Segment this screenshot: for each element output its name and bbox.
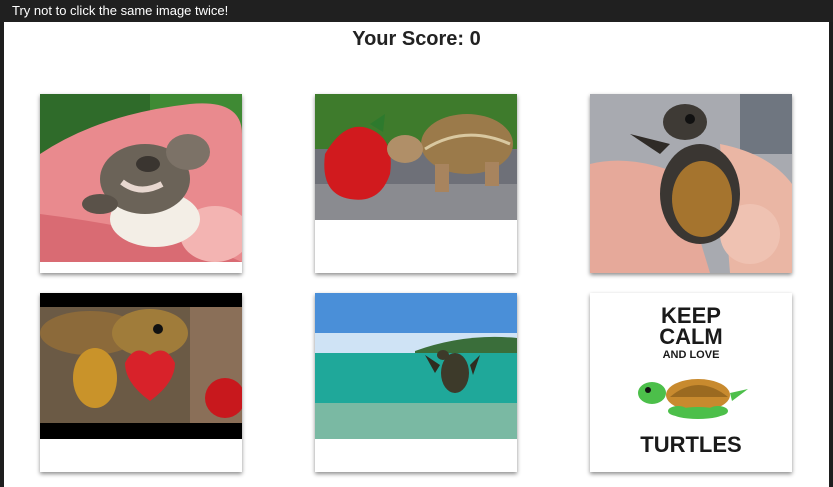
keep-calm-line-4: TURTLES (640, 432, 741, 457)
score-display: Your Score: 0 (352, 28, 481, 50)
image-card-6[interactable]: KEEP CALM AND LOVE TURTLES (590, 293, 792, 472)
game-board: Your Score: 0 KEEP CALM AND LOVE TURTLES (4, 22, 829, 487)
turtle-with-heart-strawberry-image (40, 293, 242, 439)
sea-turtle-underwater-image (315, 293, 517, 439)
baby-turtle-in-hand-image (590, 94, 792, 273)
image-card-5[interactable] (315, 293, 517, 472)
keep-calm-line-2: CALM (659, 324, 723, 349)
image-card-4[interactable] (40, 293, 242, 472)
keep-calm-love-turtles-image: KEEP CALM AND LOVE TURTLES (590, 293, 792, 472)
tortoise-eating-strawberry-image (315, 94, 517, 220)
keep-calm-line-3: AND LOVE (663, 349, 720, 361)
hatchling-in-egg-image (40, 94, 242, 262)
image-card-2[interactable] (315, 94, 517, 273)
instruction-banner: Try not to click the same image twice! (0, 0, 833, 22)
image-card-3[interactable] (590, 94, 792, 273)
image-card-1[interactable] (40, 94, 242, 273)
